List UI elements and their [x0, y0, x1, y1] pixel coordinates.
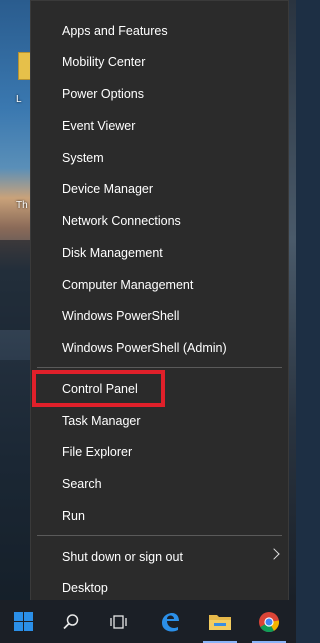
menu-item-label: Event Viewer	[62, 119, 136, 133]
annotation-highlight-box	[32, 370, 165, 407]
menu-item-label: File Explorer	[62, 445, 133, 459]
menu-item-network-connections[interactable]: Network Connections	[31, 206, 288, 236]
menu-item-label: Windows PowerShell (Admin)	[62, 341, 227, 355]
menu-item-label: Task Manager	[62, 414, 141, 428]
file-explorer-taskbar-button[interactable]	[197, 600, 243, 643]
menu-item-label: Apps and Features	[62, 24, 168, 38]
menu-separator	[37, 535, 282, 536]
wallpaper-right-edge	[289, 0, 296, 600]
menu-item-label: System	[62, 151, 104, 165]
edge-icon	[162, 612, 179, 631]
menu-item-apps-and-features[interactable]: Apps and Features	[31, 16, 288, 46]
menu-item-power-options[interactable]: Power Options	[31, 79, 288, 109]
menu-item-label: Power Options	[62, 87, 144, 101]
file-explorer-icon	[209, 614, 231, 630]
chrome-taskbar-button[interactable]	[246, 600, 292, 643]
menu-item-label: Run	[62, 509, 85, 523]
menu-item-mobility-center[interactable]: Mobility Center	[31, 47, 288, 77]
menu-item-device-manager[interactable]: Device Manager	[31, 174, 288, 204]
menu-item-system[interactable]: System	[31, 143, 288, 173]
search-icon	[63, 613, 79, 629]
menu-item-label: Search	[62, 477, 102, 491]
chevron-right-icon	[268, 548, 280, 560]
menu-item-run[interactable]: Run	[31, 501, 288, 531]
menu-item-file-explorer[interactable]: File Explorer	[31, 437, 288, 467]
winx-context-menu: Apps and Features Mobility Center Power …	[30, 0, 289, 610]
menu-item-disk-management[interactable]: Disk Management	[31, 238, 288, 268]
desktop-icon-label: L	[16, 94, 22, 105]
chrome-icon	[259, 611, 280, 632]
windows-logo-icon	[13, 612, 33, 631]
menu-item-event-viewer[interactable]: Event Viewer	[31, 111, 288, 141]
menu-item-label: Computer Management	[62, 278, 194, 292]
menu-item-label: Disk Management	[62, 246, 163, 260]
search-button[interactable]	[48, 600, 94, 643]
task-view-icon	[110, 614, 127, 629]
wallpaper-rock	[0, 240, 30, 330]
menu-item-label: Device Manager	[62, 182, 154, 196]
menu-item-windows-powershell[interactable]: Windows PowerShell	[31, 301, 288, 331]
edge-taskbar-button[interactable]	[147, 600, 193, 643]
menu-item-label: Windows PowerShell	[62, 309, 180, 323]
menu-item-label: Mobility Center	[62, 55, 146, 69]
menu-item-label: Shut down or sign out	[62, 550, 183, 564]
task-view-button[interactable]	[95, 600, 141, 643]
wallpaper-rock	[0, 360, 30, 600]
menu-item-label: Network Connections	[62, 214, 181, 228]
desktop-icon-label: Th	[16, 200, 28, 211]
menu-item-label: Desktop	[62, 581, 108, 595]
menu-item-windows-powershell-admin[interactable]: Windows PowerShell (Admin)	[31, 333, 288, 363]
menu-item-search[interactable]: Search	[31, 469, 288, 499]
menu-item-shut-down-or-sign-out[interactable]: Shut down or sign out	[31, 542, 288, 572]
menu-item-desktop[interactable]: Desktop	[31, 573, 288, 603]
start-button[interactable]	[0, 600, 46, 643]
menu-separator	[37, 367, 282, 368]
menu-item-computer-management[interactable]: Computer Management	[31, 270, 288, 300]
menu-item-task-manager[interactable]: Task Manager	[31, 406, 288, 436]
